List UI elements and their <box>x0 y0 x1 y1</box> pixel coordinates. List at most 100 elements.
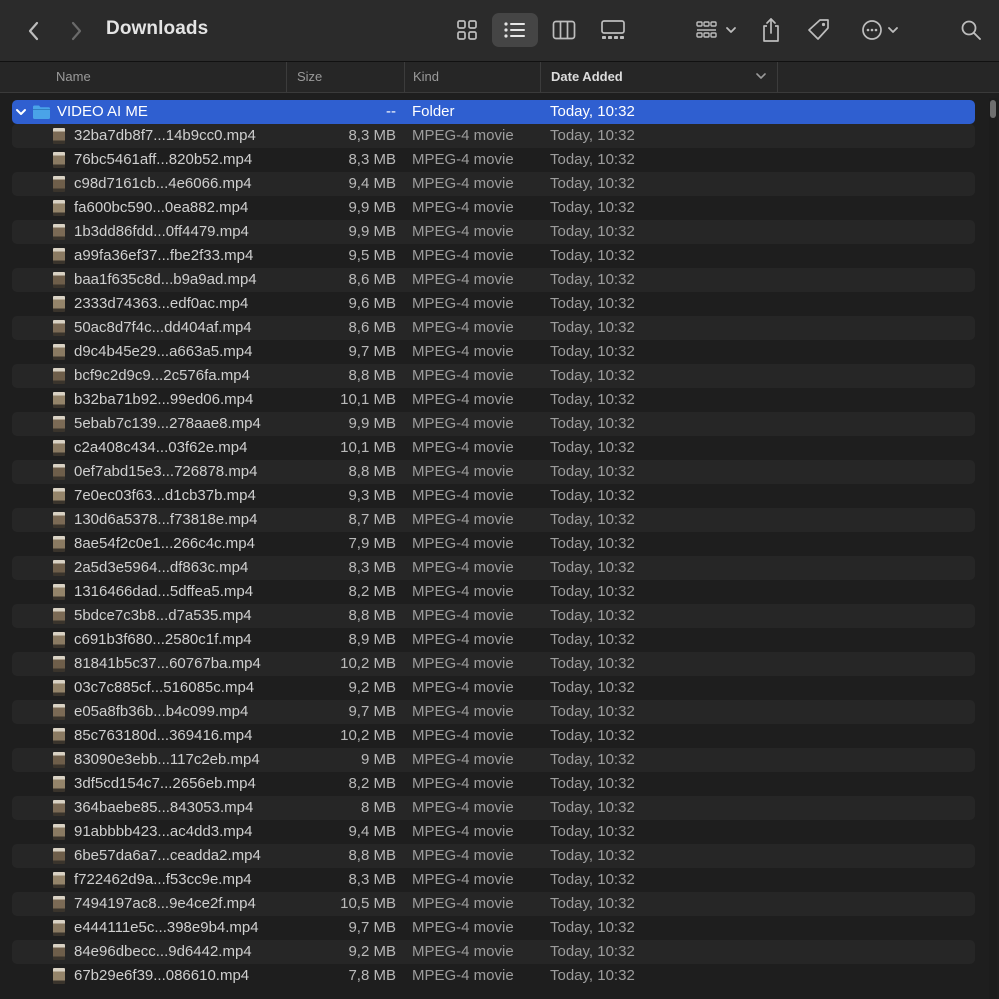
movie-file-icon <box>53 128 65 144</box>
group-by-button[interactable] <box>690 13 742 47</box>
folder-size: -- <box>386 103 396 120</box>
file-row[interactable]: 91abbbb423...ac4dd3.mp4 9,4 MB MPEG-4 movi… <box>12 820 975 844</box>
file-row[interactable]: 83090e3ebb...117c2eb.mp4 9 MB MPEG-4 movie… <box>12 748 975 772</box>
file-row[interactable]: 76bc5461aff...820b52.mp4 8,3 MB MPEG-4 mov… <box>12 148 975 172</box>
list-view-button[interactable] <box>492 13 538 47</box>
file-date-added: Today, 10:32 <box>550 631 635 648</box>
file-row[interactable]: 364baebe85...843053.mp4 8 MB MPEG-4 movie T… <box>12 796 975 820</box>
file-row[interactable]: c98d7161cb...4e6066.mp4 9,4 MB MPEG-4 movi… <box>12 172 975 196</box>
file-row[interactable]: e444111e5c...398e9b4.mp4 9,7 MB MPEG-4 mov… <box>12 916 975 940</box>
column-header-size[interactable]: Size <box>286 62 404 92</box>
file-kind: MPEG-4 movie <box>412 703 514 720</box>
file-row[interactable]: 84e96dbecc...9d6442.mp4 9,2 MB MPEG-4 movi… <box>12 940 975 964</box>
file-name: c2a408c434...03f62e.mp4 <box>74 439 248 456</box>
file-row[interactable]: 2333d74363...edf0ac.mp4 9,6 MB MPEG-4 movi… <box>12 292 975 316</box>
chevron-right-icon <box>71 21 82 41</box>
file-date-added: Today, 10:32 <box>550 271 635 288</box>
file-row[interactable]: 7e0ec03f63...d1cb37b.mp4 9,3 MB MPEG-4 mov… <box>12 484 975 508</box>
file-row[interactable]: f722462d9a...f53cc9e.mp4 8,3 MB MPEG-4 mov… <box>12 868 975 892</box>
file-row[interactable]: 7494197ac8...9e4ce2f.mp4 10,5 MB MPEG-4 mo… <box>12 892 975 916</box>
file-row[interactable]: fa600bc590...0ea882.mp4 9,9 MB MPEG-4 movi… <box>12 196 975 220</box>
file-date-added: Today, 10:32 <box>550 295 635 312</box>
vertical-scrollbar[interactable] <box>989 98 997 999</box>
file-row[interactable]: 6be57da6a7...ceadda2.mp4 8,8 MB MPEG-4 mov… <box>12 844 975 868</box>
file-row[interactable]: b32ba71b92...99ed06.mp4 10,1 MB MPEG-4 mov… <box>12 388 975 412</box>
movie-file-icon <box>53 608 65 624</box>
file-size: 9,7 MB <box>348 703 396 720</box>
file-row[interactable]: 0ef7abd15e3...726878.mp4 8,8 MB MPEG-4 mov… <box>12 460 975 484</box>
file-row[interactable]: e05a8fb36b...b4c099.mp4 9,7 MB MPEG-4 movi… <box>12 700 975 724</box>
file-date-added: Today, 10:32 <box>550 391 635 408</box>
file-name: 81841b5c37...60767ba.mp4 <box>74 655 261 672</box>
file-name: 7494197ac8...9e4ce2f.mp4 <box>74 895 256 912</box>
icon-view-button[interactable] <box>444 13 490 47</box>
file-date-added: Today, 10:32 <box>550 319 635 336</box>
file-date-added: Today, 10:32 <box>550 919 635 936</box>
file-row[interactable]: 1316466dad...5dffea5.mp4 8,2 MB MPEG-4 mov… <box>12 580 975 604</box>
forward-button[interactable] <box>62 16 92 46</box>
file-row[interactable]: 32ba7db8f7...14b9cc0.mp4 8,3 MB MPEG-4 mov… <box>12 124 975 148</box>
file-row[interactable]: c2a408c434...03f62e.mp4 10,1 MB MPEG-4 mov… <box>12 436 975 460</box>
file-row[interactable]: 1b3dd86fdd...0ff4479.mp4 9,9 MB MPEG-4 mov… <box>12 220 975 244</box>
file-row[interactable]: 67b29e6f39...086610.mp4 7,8 MB MPEG-4 movi… <box>12 964 975 988</box>
share-button[interactable] <box>754 13 788 47</box>
file-name: 84e96dbecc...9d6442.mp4 <box>74 943 252 960</box>
column-header-name[interactable]: Name <box>56 62 286 92</box>
scrollbar-thumb[interactable] <box>990 100 996 118</box>
file-name: 76bc5461aff...820b52.mp4 <box>74 151 253 168</box>
file-kind: MPEG-4 movie <box>412 151 514 168</box>
file-name: 50ac8d7f4c...dd404af.mp4 <box>74 319 252 336</box>
file-size: 9,2 MB <box>348 943 396 960</box>
column-header-kind[interactable]: Kind <box>404 62 540 92</box>
file-row[interactable]: a99fa36ef37...fbe2f33.mp4 9,5 MB MPEG-4 mo… <box>12 244 975 268</box>
file-row[interactable]: 130d6a5378...f73818e.mp4 8,7 MB MPEG-4 mov… <box>12 508 975 532</box>
file-row[interactable]: 5bdce7c3b8...d7a535.mp4 8,8 MB MPEG-4 movi… <box>12 604 975 628</box>
gallery-view-button[interactable] <box>590 13 636 47</box>
columns-icon <box>552 20 576 40</box>
file-row[interactable]: 3df5cd154c7...2656eb.mp4 8,2 MB MPEG-4 mov… <box>12 772 975 796</box>
file-date-added: Today, 10:32 <box>550 127 635 144</box>
file-name: 8ae54f2c0e1...266c4c.mp4 <box>74 535 255 552</box>
file-row[interactable]: 5ebab7c139...278aae8.mp4 9,9 MB MPEG-4 mov… <box>12 412 975 436</box>
column-header-date-added[interactable]: Date Added <box>540 62 778 92</box>
file-name: a99fa36ef37...fbe2f33.mp4 <box>74 247 254 264</box>
list-icon <box>504 22 525 38</box>
file-kind: MPEG-4 movie <box>412 223 514 240</box>
file-row[interactable]: bcf9c2d9c9...2c576fa.mp4 8,8 MB MPEG-4 mov… <box>12 364 975 388</box>
file-row[interactable]: 03c7c885cf...516085c.mp4 9,2 MB MPEG-4 mov… <box>12 676 975 700</box>
file-row[interactable]: 8ae54f2c0e1...266c4c.mp4 7,9 MB MPEG-4 mov… <box>12 532 975 556</box>
movie-file-icon <box>53 872 65 888</box>
file-row[interactable]: d9c4b45e29...a663a5.mp4 9,7 MB MPEG-4 movi… <box>12 340 975 364</box>
file-name: 364baebe85...843053.mp4 <box>74 799 254 816</box>
movie-file-icon <box>53 272 65 288</box>
search-button[interactable] <box>954 13 988 47</box>
back-button[interactable] <box>18 16 48 46</box>
tag-button[interactable] <box>802 13 836 47</box>
file-row[interactable]: 2a5d3e5964...df863c.mp4 8,3 MB MPEG-4 movi… <box>12 556 975 580</box>
file-date-added: Today, 10:32 <box>550 799 635 816</box>
file-row[interactable]: 81841b5c37...60767ba.mp4 10,2 MB MPEG-4 mo… <box>12 652 975 676</box>
column-header-bar: Name Size Kind Date Added <box>0 62 999 93</box>
movie-file-icon <box>53 488 65 504</box>
file-kind: MPEG-4 movie <box>412 919 514 936</box>
file-size: 8,9 MB <box>348 631 396 648</box>
file-kind: MPEG-4 movie <box>412 247 514 264</box>
file-list: VIDEO AI ME -- Folder Today, 10:32 32ba7… <box>0 98 999 999</box>
folder-row[interactable]: VIDEO AI ME -- Folder Today, 10:32 <box>12 100 975 124</box>
file-date-added: Today, 10:32 <box>550 487 635 504</box>
file-size: 8,3 MB <box>348 127 396 144</box>
file-date-added: Today, 10:32 <box>550 511 635 528</box>
file-date-added: Today, 10:32 <box>550 199 635 216</box>
file-name: 83090e3ebb...117c2eb.mp4 <box>74 751 260 768</box>
file-row[interactable]: 50ac8d7f4c...dd404af.mp4 8,6 MB MPEG-4 mov… <box>12 316 975 340</box>
file-row[interactable]: 85c763180d...369416.mp4 10,2 MB MPEG-4 mov… <box>12 724 975 748</box>
file-row[interactable]: baa1f635c8d...b9a9ad.mp4 8,6 MB MPEG-4 mov… <box>12 268 975 292</box>
file-name: fa600bc590...0ea882.mp4 <box>74 199 249 216</box>
movie-file-icon <box>53 728 65 744</box>
disclosure-triangle-icon[interactable] <box>15 106 27 118</box>
movie-file-icon <box>53 464 65 480</box>
movie-file-icon <box>53 536 65 552</box>
column-view-button[interactable] <box>541 13 587 47</box>
more-actions-button[interactable] <box>854 13 906 47</box>
file-row[interactable]: c691b3f680...2580c1f.mp4 8,9 MB MPEG-4 mov… <box>12 628 975 652</box>
